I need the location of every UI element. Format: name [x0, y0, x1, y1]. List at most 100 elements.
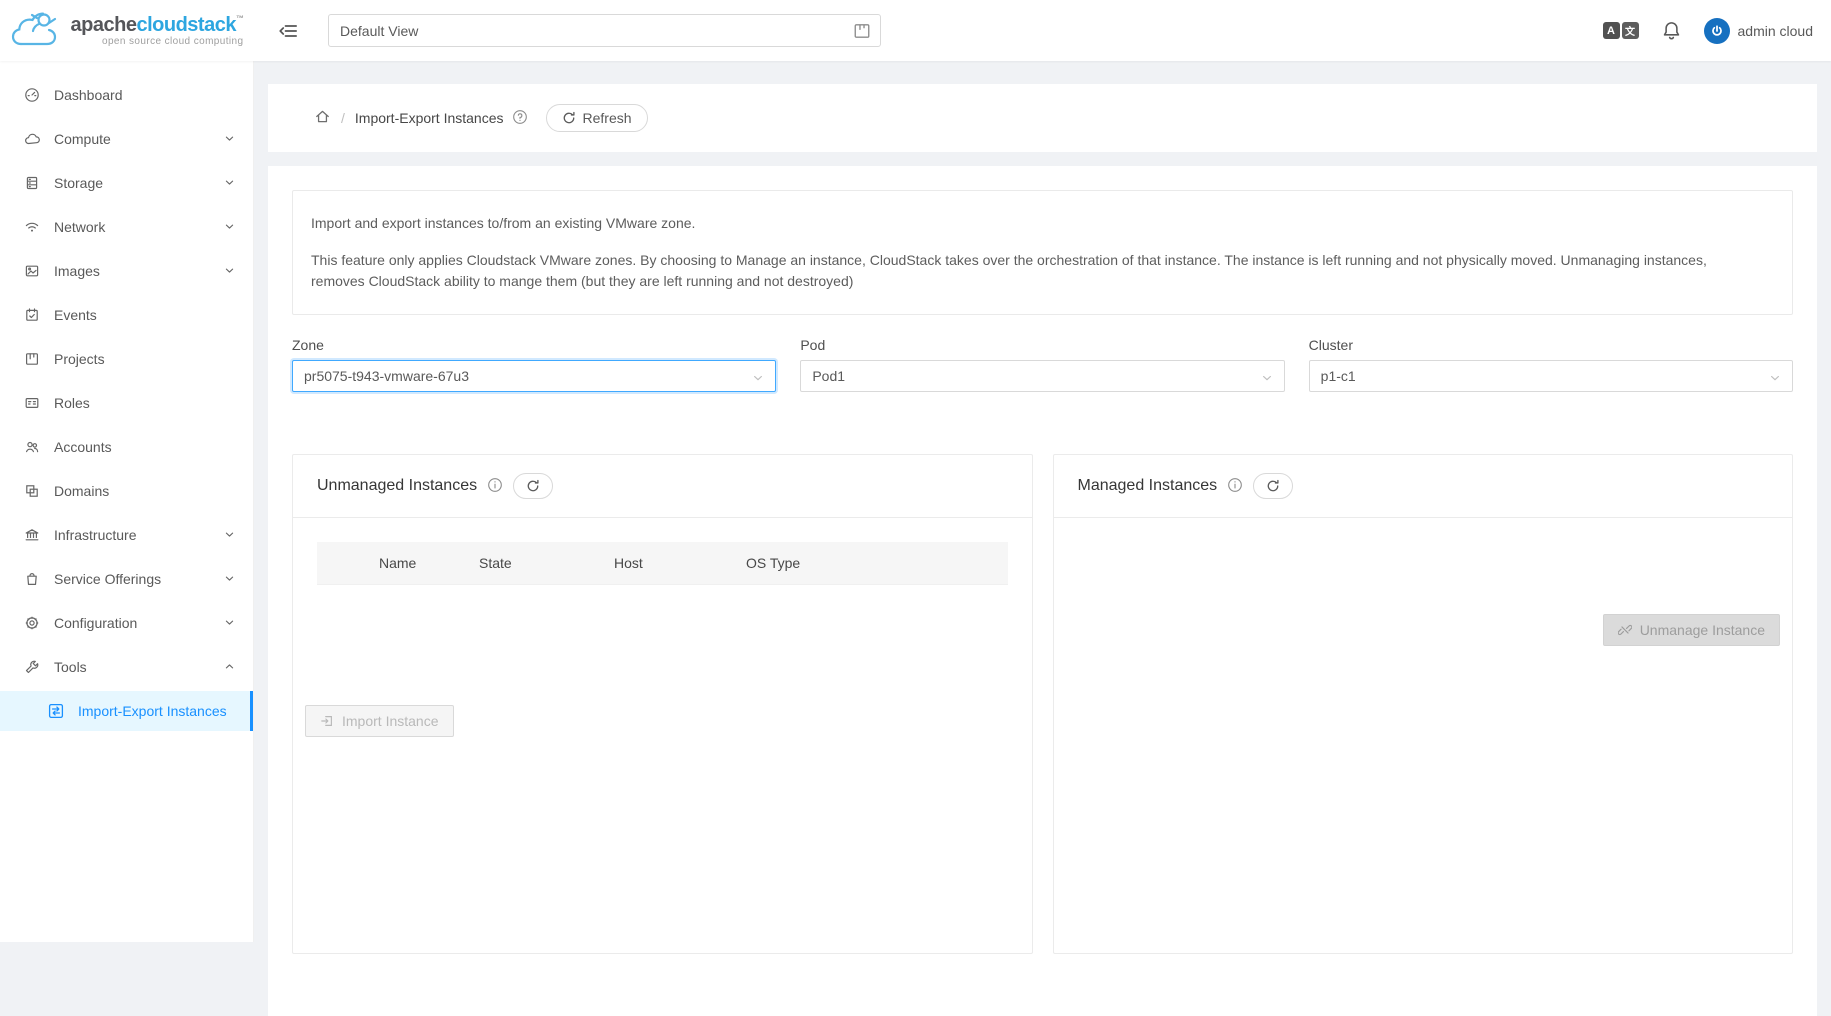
sidebar-item-storage[interactable]: Storage: [0, 163, 253, 203]
user-avatar: [1704, 18, 1730, 44]
sidebar-item-tools[interactable]: Tools: [0, 647, 253, 687]
calendar-icon: [24, 307, 40, 323]
managed-refresh-button[interactable]: [1253, 473, 1293, 499]
sidebar-item-import-export-instances[interactable]: Import-Export Instances: [0, 691, 253, 731]
help-icon[interactable]: [512, 109, 528, 128]
unmanaged-instances-panel: Unmanaged Instances NameStateHostOS Type: [292, 454, 1033, 954]
main-content: / Import-Export Instances Refresh Import…: [254, 61, 1831, 1016]
import-icon: [320, 714, 334, 728]
zone-select[interactable]: pr5075-t943-vmware-67u3: [292, 360, 776, 392]
translate-icon[interactable]: A 文: [1603, 22, 1639, 39]
managed-pagination: [1054, 574, 1793, 606]
dashboard-icon: [24, 87, 40, 103]
sidebar-item-label: Domains: [54, 483, 109, 499]
cloud-monkey-logo-icon: [11, 11, 63, 51]
refresh-button[interactable]: Refresh: [546, 104, 648, 132]
bank-icon: [24, 527, 40, 543]
import-export-card: Import and export instances to/from an e…: [268, 166, 1817, 1016]
chevron-up-icon: [224, 661, 235, 672]
column-header-os-type: OS Type: [738, 542, 1008, 584]
cluster-select[interactable]: p1-c1: [1309, 360, 1793, 392]
top-bar: apachecloudstack™ open source cloud comp…: [0, 0, 1831, 61]
sidebar-item-label: Roles: [54, 395, 90, 411]
reload-icon: [526, 479, 540, 493]
reload-icon: [562, 111, 576, 125]
chevron-down-icon: [224, 617, 235, 628]
chevron-down-icon: [752, 371, 764, 387]
cloudstack-logo[interactable]: apachecloudstack™ open source cloud comp…: [0, 0, 254, 61]
setting-icon: [24, 615, 40, 631]
notifications-bell-icon[interactable]: [1661, 20, 1682, 41]
cluster-filter: Cluster p1-c1: [1309, 337, 1793, 392]
idcard-icon: [24, 395, 40, 411]
unmanaged-instances-table: NameStateHostOS Type: [317, 542, 1008, 585]
sidebar-item-configuration[interactable]: Configuration: [0, 603, 253, 643]
user-menu[interactable]: admin cloud: [1704, 18, 1814, 44]
pod-filter: Pod Pod1: [800, 337, 1284, 392]
cluster-label: Cluster: [1309, 337, 1793, 353]
pod-label: Pod: [800, 337, 1284, 353]
sidebar-item-label: Configuration: [54, 615, 137, 631]
sidebar-nav: Dashboard Compute Storage Network Images Even…: [0, 61, 254, 942]
sidebar-item-label: Accounts: [54, 439, 112, 455]
translate-cjk-glyph: 文: [1622, 22, 1639, 39]
import-instance-button[interactable]: Import Instance: [305, 705, 454, 737]
chevron-down-icon: [1261, 371, 1273, 387]
chevron-down-icon: [224, 221, 235, 232]
zone-label: Zone: [292, 337, 776, 353]
link-break-icon: [1618, 623, 1632, 637]
sidebar-item-label: Dashboard: [54, 87, 123, 103]
info-icon[interactable]: [1227, 477, 1243, 496]
sidebar-item-label: Infrastructure: [54, 527, 136, 543]
unmanaged-panel-title: Unmanaged Instances: [317, 477, 477, 495]
breadcrumb-separator: /: [341, 110, 345, 126]
sidebar-item-domains[interactable]: Domains: [0, 471, 253, 511]
sidebar-item-label: Compute: [54, 131, 111, 147]
unmanaged-refresh-button[interactable]: [513, 473, 553, 499]
sidebar-item-projects[interactable]: Projects: [0, 339, 253, 379]
sidebar-item-network[interactable]: Network: [0, 207, 253, 247]
picture-icon: [24, 263, 40, 279]
project-view-icon[interactable]: [853, 22, 871, 43]
home-icon[interactable]: [314, 108, 331, 128]
sidebar-item-infrastructure[interactable]: Infrastructure: [0, 515, 253, 555]
project-icon: [24, 351, 40, 367]
database-icon: [24, 175, 40, 191]
sidebar-item-accounts[interactable]: Accounts: [0, 427, 253, 467]
user-name: admin cloud: [1738, 23, 1814, 39]
reload-icon: [1266, 479, 1280, 493]
pod-select[interactable]: Pod1: [800, 360, 1284, 392]
tool-icon: [24, 659, 40, 675]
selector-column-header: [317, 542, 371, 584]
sidebar-item-roles[interactable]: Roles: [0, 383, 253, 423]
sidebar-item-label: Events: [54, 307, 97, 323]
sidebar-item-events[interactable]: Events: [0, 295, 253, 335]
swap-icon: [48, 703, 64, 719]
feature-description: Import and export instances to/from an e…: [292, 190, 1793, 315]
view-selector-value: Default View: [340, 23, 418, 39]
sidebar-item-images[interactable]: Images: [0, 251, 253, 291]
managed-instances-panel: Managed Instances: [1053, 454, 1794, 954]
sidebar-item-label: Tools: [54, 659, 87, 675]
chevron-down-icon: [1769, 371, 1781, 387]
cloud-icon: [24, 131, 40, 147]
sidebar-item-service-offerings[interactable]: Service Offerings: [0, 559, 253, 599]
translate-latin-glyph: A: [1603, 22, 1620, 39]
sidebar-item-label: Import-Export Instances: [78, 703, 227, 719]
info-icon[interactable]: [487, 477, 503, 496]
sidebar-item-label: Service Offerings: [54, 571, 161, 587]
wifi-icon: [24, 219, 40, 235]
menu-fold-icon[interactable]: [278, 21, 298, 41]
description-line-1: Import and export instances to/from an e…: [311, 213, 1774, 234]
breadcrumb: / Import-Export Instances Refresh: [268, 84, 1817, 152]
sidebar-item-compute[interactable]: Compute: [0, 119, 253, 159]
chevron-down-icon: [224, 265, 235, 276]
sidebar-item-dashboard[interactable]: Dashboard: [0, 75, 253, 115]
logo-tagline: open source cloud computing: [71, 37, 244, 47]
chevron-down-icon: [224, 573, 235, 584]
view-selector[interactable]: Default View: [328, 14, 881, 47]
block-icon: [24, 483, 40, 499]
sidebar-item-label: Network: [54, 219, 105, 235]
unmanaged-pagination: [293, 665, 1032, 697]
unmanage-instance-button[interactable]: Unmanage Instance: [1603, 614, 1780, 646]
